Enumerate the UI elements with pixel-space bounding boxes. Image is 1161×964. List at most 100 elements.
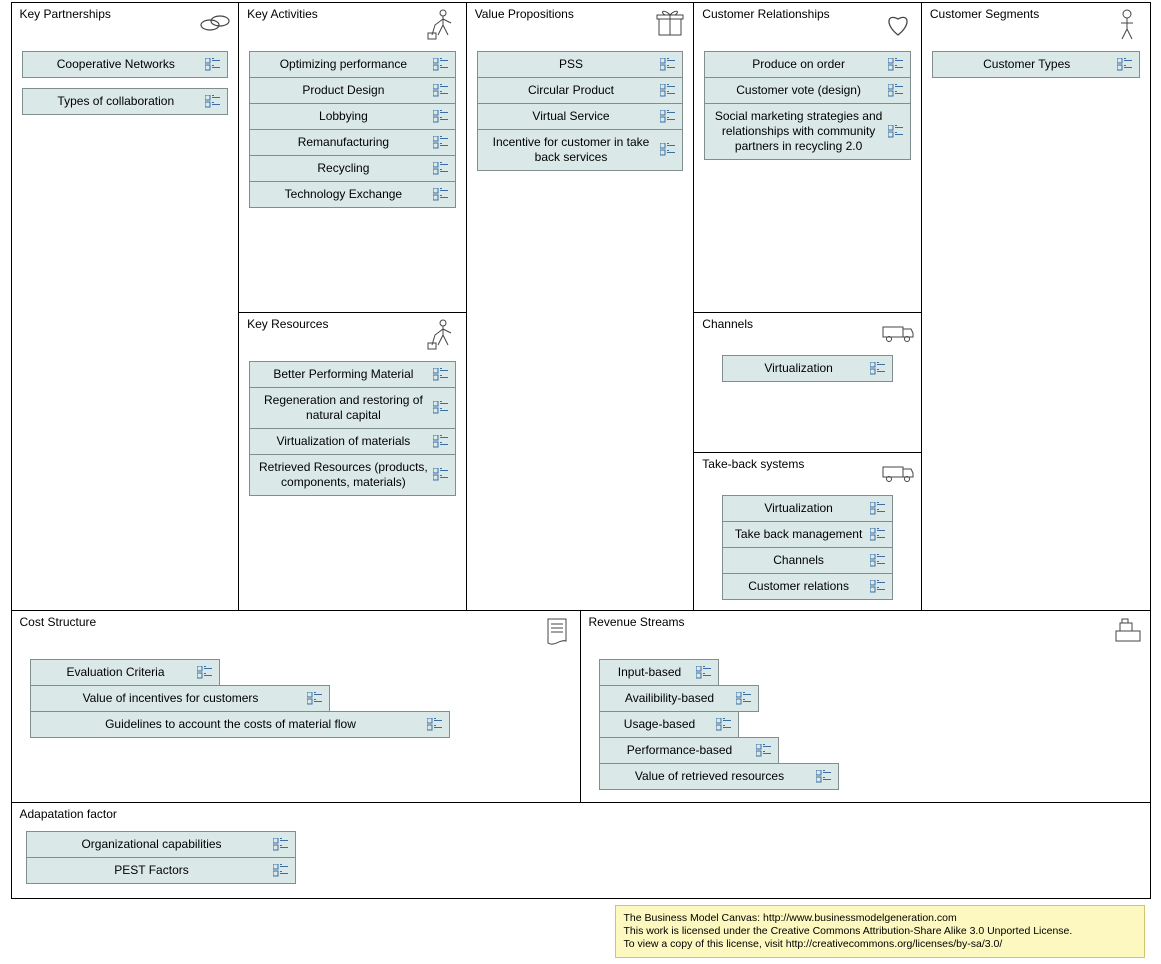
license-box: The Business Model Canvas: http://www.bu…: [615, 905, 1145, 958]
title-key-activities: Key Activities: [247, 7, 318, 21]
item[interactable]: Channels: [722, 547, 893, 574]
header-customer-relationships: Customer Relationships: [694, 3, 921, 45]
item[interactable]: Take back management: [722, 521, 893, 548]
expand-icon[interactable]: [660, 58, 676, 72]
expand-icon[interactable]: [870, 362, 886, 376]
expand-icon[interactable]: [870, 528, 886, 542]
header-take-back-systems: Take-back systems: [694, 453, 921, 495]
item[interactable]: Value of retrieved resources: [599, 763, 839, 790]
header-key-activities: Key Activities: [239, 3, 466, 45]
row-adaptation-factor: Adapatation factor Organizational capabi…: [12, 802, 1150, 898]
item[interactable]: Lobbying: [249, 103, 456, 130]
expand-icon[interactable]: [888, 84, 904, 98]
item[interactable]: Virtual Service: [477, 103, 684, 130]
expand-icon[interactable]: [870, 554, 886, 568]
item[interactable]: Value of incentives for customers: [30, 685, 330, 712]
expand-icon[interactable]: [433, 401, 449, 415]
expand-icon[interactable]: [433, 468, 449, 482]
expand-icon[interactable]: [433, 136, 449, 150]
truck-icon: [881, 457, 915, 491]
worker-icon: [426, 7, 460, 41]
item[interactable]: Availibility-based: [599, 685, 759, 712]
item[interactable]: Retrieved Resources (products, component…: [249, 454, 456, 496]
expand-icon[interactable]: [197, 666, 213, 680]
title-channels: Channels: [702, 317, 753, 331]
expand-icon[interactable]: [816, 770, 832, 784]
item[interactable]: Better Performing Material: [249, 361, 456, 388]
item[interactable]: Produce on order: [704, 51, 911, 78]
expand-icon[interactable]: [660, 143, 676, 157]
item[interactable]: PEST Factors: [26, 857, 296, 884]
cell-take-back-systems: Take-back systems Virtualization Take ba…: [694, 453, 921, 610]
item[interactable]: Circular Product: [477, 77, 684, 104]
item[interactable]: Types of collaboration: [22, 88, 229, 115]
item[interactable]: Social marketing strategies and relation…: [704, 103, 911, 160]
expand-icon[interactable]: [716, 718, 732, 732]
item[interactable]: Product Design: [249, 77, 456, 104]
item[interactable]: Customer relations: [722, 573, 893, 600]
item[interactable]: Performance-based: [599, 737, 779, 764]
item[interactable]: Incentive for customer in take back serv…: [477, 129, 684, 171]
header-channels: Channels: [694, 313, 921, 355]
item[interactable]: Recycling: [249, 155, 456, 182]
expand-icon[interactable]: [433, 84, 449, 98]
expand-icon[interactable]: [273, 864, 289, 878]
item[interactable]: Evaluation Criteria: [30, 659, 220, 686]
bottom-row: Cost Structure Evaluation Criteria Value…: [12, 611, 1150, 802]
license-line-2: This work is licensed under the Creative…: [624, 925, 1136, 938]
expand-icon[interactable]: [307, 692, 323, 706]
expand-icon[interactable]: [736, 692, 752, 706]
items-customer-relationships: Produce on order Customer vote (design) …: [694, 45, 921, 172]
item[interactable]: Virtualization: [722, 495, 893, 522]
title-value-propositions: Value Propositions: [475, 7, 574, 21]
expand-icon[interactable]: [870, 580, 886, 594]
items-key-activities: Optimizing performance Product Design Lo…: [239, 45, 466, 220]
expand-icon[interactable]: [888, 125, 904, 139]
truck-icon: [881, 317, 915, 351]
expand-icon[interactable]: [273, 838, 289, 852]
expand-icon[interactable]: [433, 435, 449, 449]
business-model-canvas: Key Partnerships Cooperative Networks Ty…: [11, 2, 1151, 899]
expand-icon[interactable]: [660, 84, 676, 98]
expand-icon[interactable]: [433, 162, 449, 176]
expand-icon[interactable]: [433, 188, 449, 202]
expand-icon[interactable]: [205, 58, 221, 72]
top-row: Key Partnerships Cooperative Networks Ty…: [12, 3, 1150, 611]
item[interactable]: Usage-based: [599, 711, 739, 738]
item[interactable]: Virtualization of materials: [249, 428, 456, 455]
expand-icon[interactable]: [433, 58, 449, 72]
item[interactable]: PSS: [477, 51, 684, 78]
item[interactable]: Remanufacturing: [249, 129, 456, 156]
expand-icon[interactable]: [756, 744, 772, 758]
expand-icon[interactable]: [433, 368, 449, 382]
item[interactable]: Technology Exchange: [249, 181, 456, 208]
expand-icon[interactable]: [870, 502, 886, 516]
expand-icon[interactable]: [205, 95, 221, 109]
item[interactable]: Virtualization: [722, 355, 893, 382]
item[interactable]: Customer vote (design): [704, 77, 911, 104]
item[interactable]: Organizational capabilities: [26, 831, 296, 858]
item[interactable]: Cooperative Networks: [22, 51, 229, 78]
expand-icon[interactable]: [433, 110, 449, 124]
cell-customer-relationships: Customer Relationships Produce on order …: [694, 3, 921, 313]
header-value-propositions: Value Propositions: [467, 3, 694, 45]
items-key-partnerships: Cooperative Networks Types of collaborat…: [12, 45, 239, 127]
expand-icon[interactable]: [696, 666, 712, 680]
cash-register-icon: [1110, 615, 1144, 649]
expand-icon[interactable]: [888, 58, 904, 72]
col-cost-structure: Cost Structure Evaluation Criteria Value…: [12, 611, 581, 802]
item[interactable]: Guidelines to account the costs of mater…: [30, 711, 450, 738]
license-line-1: The Business Model Canvas: http://www.bu…: [624, 912, 1136, 925]
expand-icon[interactable]: [660, 110, 676, 124]
worker-icon: [426, 317, 460, 351]
title-adaptation-factor: Adapatation factor: [20, 807, 117, 821]
item[interactable]: Customer Types: [932, 51, 1140, 78]
expand-icon[interactable]: [1117, 58, 1133, 72]
item[interactable]: Optimizing performance: [249, 51, 456, 78]
item[interactable]: Input-based: [599, 659, 719, 686]
items-value-propositions: PSS Circular Product Virtual Service Inc…: [467, 45, 694, 183]
expand-icon[interactable]: [427, 718, 443, 732]
heart-icon: [881, 7, 915, 41]
header-adaptation-factor: Adapatation factor: [12, 803, 1150, 825]
item[interactable]: Regeneration and restoring of natural ca…: [249, 387, 456, 429]
